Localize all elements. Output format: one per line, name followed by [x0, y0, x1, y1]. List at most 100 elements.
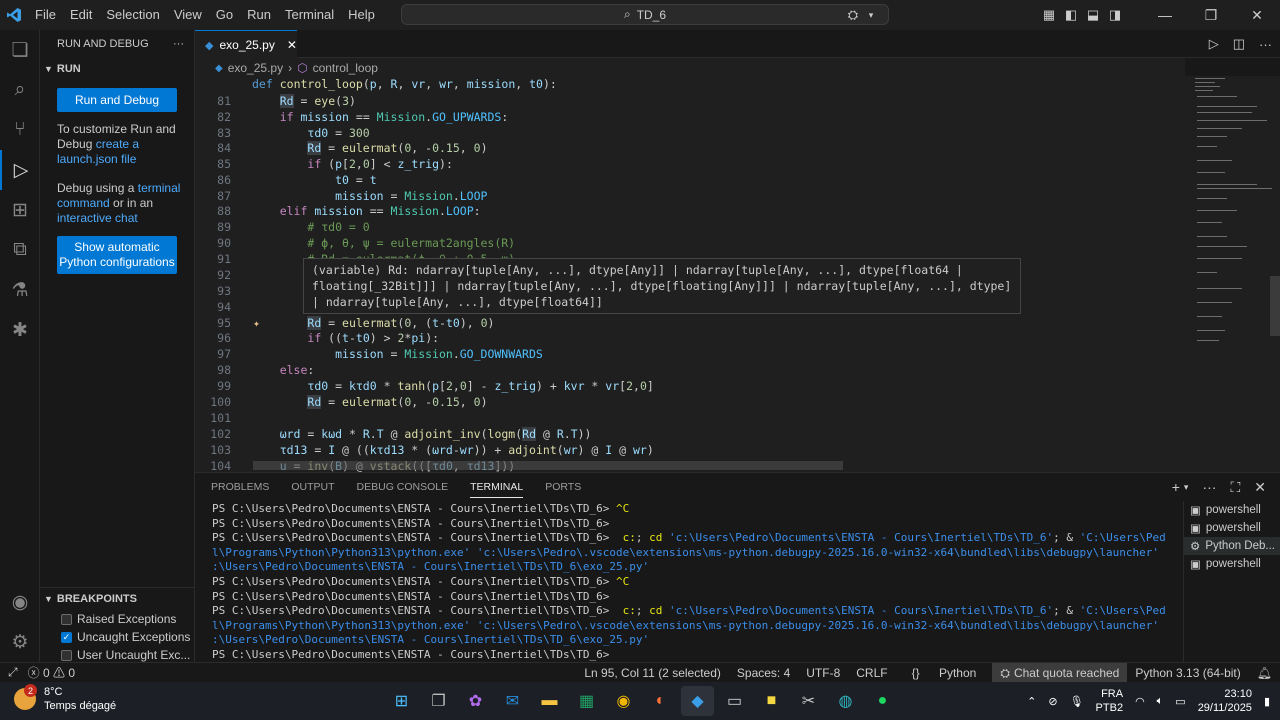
close-panel-icon[interactable]: ✕ — [1254, 479, 1266, 496]
end-of-line[interactable]: CRLF — [848, 666, 895, 680]
outlook-icon[interactable]: ✉ — [496, 686, 529, 716]
tab-output[interactable]: OUTPUT — [291, 481, 334, 493]
extensions-icon[interactable]: ⊞ — [0, 190, 40, 230]
manage-gear-icon[interactable]: ⚙ — [0, 622, 40, 662]
microphone-icon[interactable]: 🎙︎ — [1070, 695, 1084, 708]
chat-quota-status[interactable]: ⛭ Chat quota reached — [992, 663, 1128, 683]
customize-layout-icon[interactable]: ▦ — [1038, 7, 1060, 23]
indentation[interactable]: Spaces: 4 — [729, 666, 798, 680]
tab-ports[interactable]: PORTS — [545, 481, 581, 493]
tab-debug-console[interactable]: DEBUG CONSOLE — [357, 481, 449, 493]
system-clock[interactable]: 23:10 29/11/2025 — [1198, 687, 1252, 715]
menu-file[interactable]: File — [28, 0, 63, 30]
run-python-file-icon[interactable]: ▷ — [1209, 36, 1219, 52]
vscode-app-icon[interactable]: ◆ — [681, 686, 714, 716]
chevron-down-icon[interactable]: ▾ — [864, 10, 878, 21]
chrome-icon[interactable]: ◉ — [607, 686, 640, 716]
snipping-tool-icon[interactable]: ✂ — [792, 686, 825, 716]
run-section-header[interactable]: ▼ RUN — [40, 58, 194, 80]
vertical-scrollbar[interactable] — [1270, 276, 1280, 336]
toggle-sidebar-icon[interactable]: ◧ — [1060, 7, 1082, 23]
volume-icon[interactable]: 🔈︎ — [1157, 695, 1164, 708]
copilot-app-icon[interactable]: ✿ — [459, 686, 492, 716]
problems-indicator[interactable]: ⓧ 0 ⚠ 0 — [28, 664, 75, 681]
breadcrumb-file[interactable]: exo_25.py — [228, 61, 283, 75]
run-debug-icon[interactable]: ▷ — [0, 150, 40, 190]
breadcrumb-symbol[interactable]: control_loop — [313, 61, 378, 75]
show-python-configurations-button[interactable]: Show automatic Python configurations — [57, 236, 177, 274]
tab-terminal[interactable]: TERMINAL — [470, 481, 524, 498]
tab-exo-25[interactable]: ◆ exo_25.py ✕ — [195, 30, 297, 59]
copilot-icon[interactable]: ⛭ — [842, 7, 864, 23]
terminal-output[interactable]: PS C:\Users\Pedro\Documents\ENSTA - Cour… — [212, 502, 1167, 662]
language-indicator[interactable]: FRA PTB2 — [1096, 687, 1124, 715]
account-icon[interactable]: ◉ — [0, 582, 40, 622]
chevron-up-icon[interactable]: ⌃ — [1027, 695, 1036, 708]
testing-icon[interactable]: ⚗ — [0, 270, 40, 310]
close-window-icon[interactable]: ✕ — [1234, 7, 1280, 24]
menu-run[interactable]: Run — [240, 0, 278, 30]
debug-hint-text: Debug using a terminal command or in an … — [57, 181, 184, 226]
notifications-bell-icon[interactable]: 🔔︎ — [1249, 666, 1280, 680]
python-interpreter[interactable]: Python 3.13 (64-bit) — [1127, 666, 1248, 680]
more-actions-icon[interactable]: ··· — [1202, 479, 1216, 495]
remote-icon[interactable]: ⤢ — [8, 665, 18, 680]
search-icon[interactable]: ⌕ — [0, 70, 40, 110]
terminal-label: powershell — [1205, 558, 1261, 570]
sticky-notes-icon[interactable]: ■ — [755, 686, 788, 716]
terminal-item-3[interactable]: ⚙ Python Deb... — [1184, 537, 1280, 555]
menu-selection[interactable]: Selection — [99, 0, 166, 30]
weather-widget[interactable]: 2 8°C Temps dégagé — [14, 684, 116, 713]
checkbox-checked[interactable]: ✓ — [61, 631, 72, 643]
cursor-position[interactable]: Ln 95, Col 11 (2 selected) — [576, 666, 729, 680]
battery-icon[interactable]: ▭ — [1175, 695, 1185, 708]
encoding[interactable]: UTF-8 — [798, 666, 848, 680]
language-mode[interactable]: {} Python — [896, 666, 993, 680]
network-off-icon[interactable]: ⊘ — [1048, 695, 1057, 708]
notifications-icon[interactable]: ▮ — [1264, 695, 1270, 708]
spotify-icon[interactable]: ● — [866, 686, 899, 716]
menu-terminal[interactable]: Terminal — [278, 0, 341, 30]
horizontal-scrollbar[interactable] — [253, 461, 843, 470]
chevron-down-icon[interactable]: ▾ — [1184, 482, 1189, 493]
command-center-search[interactable]: ⌕ TD_6 — [401, 4, 889, 25]
menu-help[interactable]: Help — [341, 0, 382, 30]
menu-edit[interactable]: Edit — [63, 0, 99, 30]
firefox-icon[interactable]: ◐ — [644, 686, 677, 716]
wifi-icon[interactable]: ◠ — [1135, 695, 1145, 708]
breakpoints-header[interactable]: ▼ BREAKPOINTS — [40, 588, 195, 610]
start-windows-icon[interactable]: ⊞ — [385, 686, 418, 716]
checkbox[interactable] — [61, 613, 72, 625]
breakpoint-uncaught-exceptions[interactable]: ✓ Uncaught Exceptions — [40, 628, 195, 646]
python-icon[interactable]: ✱ — [0, 310, 40, 350]
maximize-icon[interactable]: ❐ — [1188, 7, 1234, 24]
source-control-icon[interactable]: ⑂ — [0, 110, 40, 150]
maximize-panel-icon[interactable]: ⛶ — [1230, 479, 1240, 496]
remote-explorer-icon[interactable]: ⧉ — [0, 230, 40, 270]
minimap[interactable] — [1185, 76, 1280, 472]
minimize-icon[interactable]: — — [1142, 7, 1188, 24]
run-and-debug-button[interactable]: Run and Debug — [57, 88, 177, 112]
new-terminal-icon[interactable]: + — [1172, 479, 1180, 495]
split-editor-icon[interactable]: ◫ — [1233, 36, 1245, 52]
edge-icon[interactable]: ◍ — [829, 686, 862, 716]
tab-problems[interactable]: PROBLEMS — [211, 481, 269, 493]
menu-go[interactable]: Go — [209, 0, 240, 30]
excel-icon[interactable]: ▦ — [570, 686, 603, 716]
file-explorer-icon[interactable]: ▬ — [533, 686, 566, 716]
toggle-secondary-sidebar-icon[interactable]: ◨ — [1104, 7, 1126, 23]
interactive-chat-link[interactable]: interactive chat — [57, 211, 138, 225]
task-view-icon[interactable]: ❐ — [422, 686, 455, 716]
terminal-item-1[interactable]: ▣ powershell — [1184, 501, 1280, 519]
breakpoint-raised-exceptions[interactable]: Raised Exceptions — [40, 610, 195, 628]
close-tab-icon[interactable]: ✕ — [287, 38, 297, 52]
toggle-panel-icon[interactable]: ⬓ — [1082, 7, 1104, 23]
menu-view[interactable]: View — [167, 0, 209, 30]
terminal-app-icon[interactable]: ▭ — [718, 686, 751, 716]
checkbox[interactable] — [61, 649, 72, 661]
more-actions-icon[interactable]: ··· — [173, 38, 184, 50]
more-actions-icon[interactable]: ··· — [1259, 37, 1272, 52]
terminal-item-4[interactable]: ▣ powershell — [1184, 555, 1280, 573]
terminal-item-2[interactable]: ▣ powershell — [1184, 519, 1280, 537]
explorer-icon[interactable]: ❏ — [0, 30, 40, 70]
